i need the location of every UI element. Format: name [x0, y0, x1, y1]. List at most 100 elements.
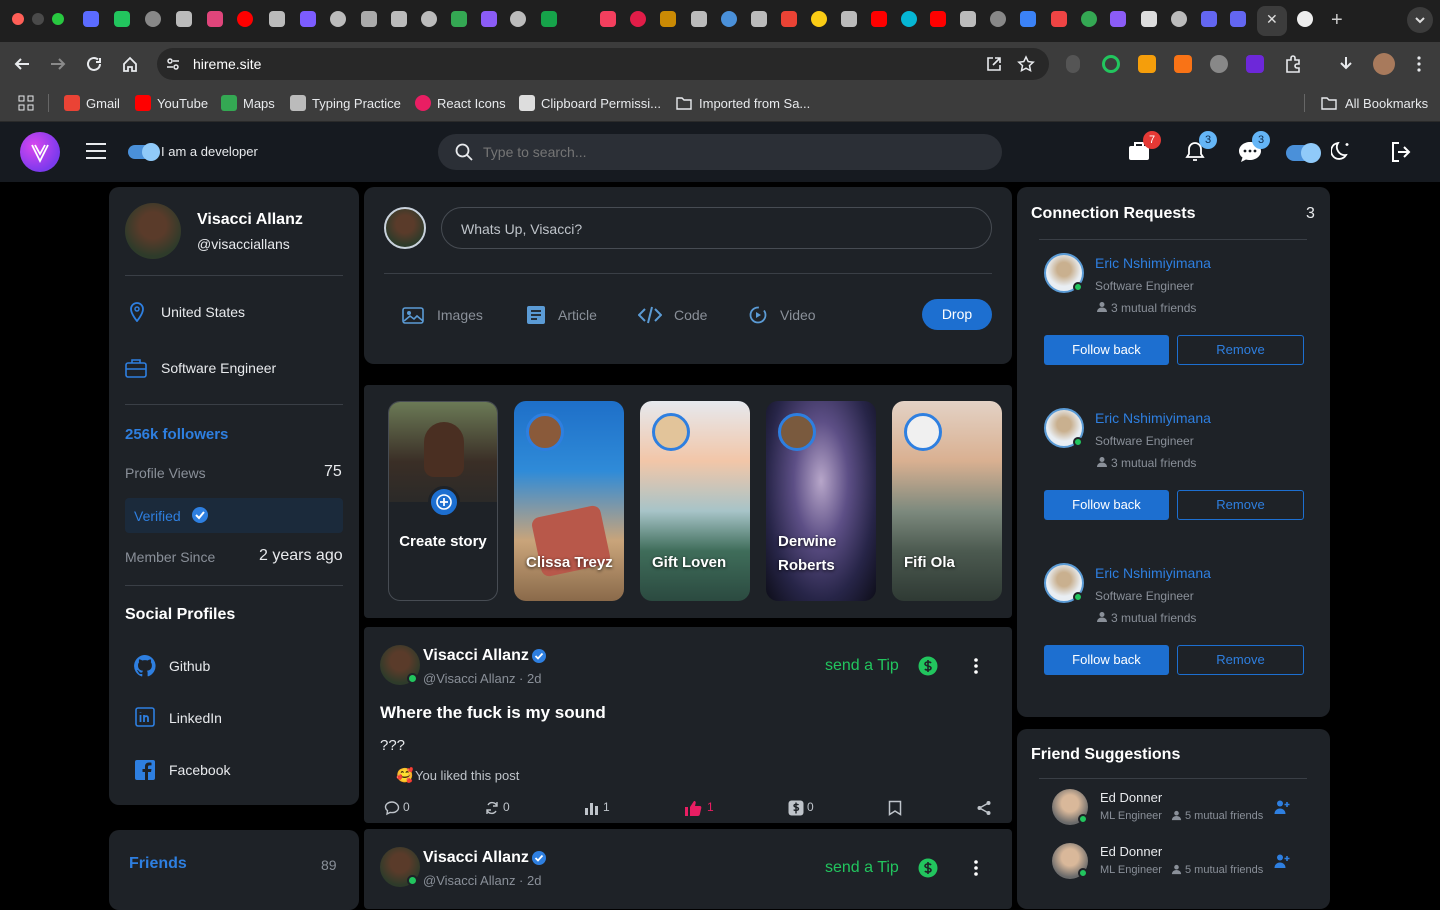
follow-back-button[interactable]: Follow back	[1044, 490, 1169, 520]
tab-favicon[interactable]	[960, 11, 976, 27]
comment-button[interactable]: 0	[384, 799, 424, 817]
search-bar[interactable]	[438, 134, 1002, 170]
tab-favicon[interactable]	[721, 11, 737, 27]
bookmark-gmail[interactable]: Gmail	[86, 96, 120, 111]
all-bookmarks[interactable]: All Bookmarks	[1345, 96, 1428, 111]
tab-favicon[interactable]	[114, 11, 130, 27]
images-button[interactable]: Images	[402, 304, 492, 326]
tab-favicon[interactable]	[781, 11, 797, 27]
logout-icon[interactable]	[1390, 141, 1412, 163]
extension-icon[interactable]	[1102, 55, 1120, 73]
developer-toggle[interactable]	[128, 143, 160, 161]
close-tab-icon[interactable]: ✕	[1266, 11, 1278, 28]
tab-favicon[interactable]	[1141, 11, 1157, 27]
remove-button[interactable]: Remove	[1177, 490, 1304, 520]
tab-favicon[interactable]	[481, 11, 497, 27]
story-card[interactable]: Clissa Treyz	[514, 401, 624, 601]
requester-name[interactable]: Eric Nshimiyimana	[1095, 255, 1211, 271]
app-logo[interactable]	[20, 132, 60, 172]
tab-favicon[interactable]	[391, 11, 407, 27]
dollar-icon[interactable]	[918, 858, 938, 878]
tab-favicon[interactable]	[83, 11, 99, 27]
active-tab[interactable]: ✕	[1257, 6, 1287, 36]
minimize-window-dot[interactable]	[32, 13, 44, 25]
home-icon[interactable]	[121, 55, 139, 73]
tab-favicon[interactable]	[207, 11, 223, 27]
post-author-name[interactable]: Visacci Allanz	[423, 849, 529, 867]
repost-button[interactable]: 0	[484, 799, 524, 817]
story-card[interactable]: Derwine Roberts	[766, 401, 876, 601]
tab-favicon[interactable]	[841, 11, 857, 27]
tab-favicon[interactable]	[145, 11, 161, 27]
tab-favicon[interactable]	[600, 11, 616, 27]
post-author-name[interactable]: Visacci Allanz	[423, 647, 529, 665]
add-story-button[interactable]	[428, 486, 460, 518]
bookmark-clipboard[interactable]: Clipboard Permissi...	[541, 96, 661, 111]
tab-favicon[interactable]	[176, 11, 192, 27]
follow-back-button[interactable]: Follow back	[1044, 335, 1169, 365]
new-tab-icon[interactable]: +	[1331, 9, 1343, 32]
suggestion-name[interactable]: Ed Donner	[1100, 790, 1162, 805]
article-button[interactable]: Article	[526, 304, 616, 326]
tab-favicon[interactable]	[330, 11, 346, 27]
follow-back-button[interactable]: Follow back	[1044, 645, 1169, 675]
story-card[interactable]: Fifi Ola	[892, 401, 1002, 601]
followers-count[interactable]: 256k followers	[125, 426, 228, 443]
forward-icon[interactable]	[49, 55, 67, 73]
close-window-dot[interactable]	[12, 13, 24, 25]
tab-favicon[interactable]	[451, 11, 467, 27]
send-tip-link[interactable]: send a Tip	[825, 859, 899, 877]
extension-icon[interactable]	[1246, 55, 1264, 73]
friends-title[interactable]: Friends	[129, 855, 187, 873]
tab-favicon[interactable]	[300, 11, 316, 27]
theme-toggle[interactable]	[1286, 143, 1321, 163]
tab-favicon[interactable]	[421, 11, 437, 27]
tab-favicon[interactable]	[1171, 11, 1187, 27]
apps-grid-icon[interactable]	[18, 95, 34, 111]
download-icon[interactable]	[1337, 55, 1355, 73]
remove-button[interactable]: Remove	[1177, 335, 1304, 365]
tab-favicon[interactable]	[541, 11, 557, 27]
video-button[interactable]: Video	[748, 304, 828, 326]
tips-button[interactable]: 0	[788, 799, 828, 817]
bookmark-react-icons[interactable]: React Icons	[437, 96, 506, 111]
tab-favicon[interactable]	[510, 11, 526, 27]
tab-favicon[interactable]	[901, 11, 917, 27]
tab-favicon[interactable]	[237, 11, 253, 27]
drop-button[interactable]: Drop	[922, 299, 992, 330]
suggestion-name[interactable]: Ed Donner	[1100, 844, 1162, 859]
add-user-icon[interactable]	[1274, 799, 1290, 815]
tab-favicon[interactable]	[1081, 11, 1097, 27]
reload-icon[interactable]	[85, 55, 103, 73]
extension-icon[interactable]	[1210, 55, 1228, 73]
extensions-puzzle-icon[interactable]	[1283, 54, 1303, 74]
share-icon[interactable]	[976, 800, 992, 816]
tab-favicon[interactable]	[990, 11, 1006, 27]
back-icon[interactable]	[13, 55, 31, 73]
tab-favicon[interactable]	[361, 11, 377, 27]
bookmark-imported-folder[interactable]: Imported from Sa...	[699, 96, 810, 111]
views-button[interactable]: 1	[584, 799, 624, 817]
more-vert-icon[interactable]	[967, 657, 985, 675]
tab-favicon[interactable]	[1201, 11, 1217, 27]
bookmark-youtube[interactable]: YouTube	[157, 96, 208, 111]
address-bar[interactable]: hireme.site	[157, 48, 1049, 80]
tab-favicon[interactable]	[660, 11, 676, 27]
tab-favicon[interactable]	[811, 11, 827, 27]
bookmark-maps[interactable]: Maps	[243, 96, 275, 111]
requester-name[interactable]: Eric Nshimiyimana	[1095, 565, 1211, 581]
menu-icon[interactable]	[86, 142, 106, 160]
maximize-window-dot[interactable]	[52, 13, 64, 25]
moon-icon[interactable]	[1331, 140, 1353, 162]
add-user-icon[interactable]	[1274, 853, 1290, 869]
social-facebook[interactable]: Facebook	[169, 762, 230, 778]
tab-search-button[interactable]	[1407, 7, 1433, 33]
browser-menu-icon[interactable]	[1410, 55, 1428, 73]
story-card[interactable]: Gift Loven	[640, 401, 750, 601]
profile-name[interactable]: Visacci Allanz	[197, 211, 303, 229]
extension-icon[interactable]	[1066, 55, 1080, 73]
tab-favicon[interactable]	[1020, 11, 1036, 27]
extension-icon[interactable]	[1174, 55, 1192, 73]
dollar-icon[interactable]	[918, 656, 938, 676]
requester-name[interactable]: Eric Nshimiyimana	[1095, 410, 1211, 426]
